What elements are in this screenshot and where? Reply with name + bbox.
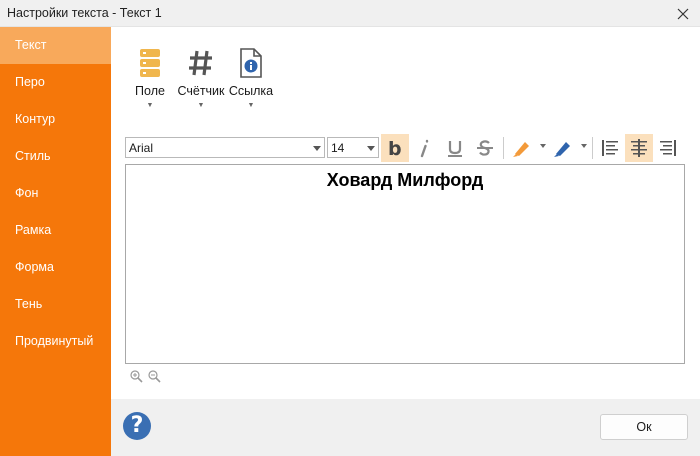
window-title: Настройки текста - Текст 1 [7, 6, 162, 20]
align-left-icon [602, 140, 618, 156]
sidebar-item-shape[interactable]: Форма [0, 249, 111, 286]
hash-icon [189, 50, 212, 76]
strikethrough-icon [477, 140, 493, 156]
chevron-down-icon[interactable] [581, 144, 587, 148]
chevron-down-icon: ▼ [197, 102, 205, 109]
zoom-out-button[interactable] [147, 369, 161, 383]
database-field-icon [140, 49, 160, 77]
text-color-button[interactable] [549, 134, 577, 162]
align-center-icon [631, 139, 647, 157]
highlighter-icon [513, 142, 529, 157]
chevron-down-icon[interactable] [540, 144, 546, 148]
sidebar: Текст Перо Контур Стиль Фон Рамка Форма … [0, 27, 111, 456]
close-icon [677, 8, 689, 19]
sidebar-item-advanced[interactable]: Продвинутый [0, 323, 111, 360]
pen-color-icon [554, 142, 570, 157]
align-right-button[interactable] [654, 134, 682, 162]
help-button[interactable]: ? [123, 412, 151, 440]
font-family-value: Arial [129, 141, 154, 155]
chevron-down-icon: ▼ [247, 102, 255, 109]
sidebar-item-frame[interactable]: Рамка [0, 212, 111, 249]
editor-content: Ховард Милфорд [326, 170, 484, 190]
underline-button[interactable] [441, 134, 469, 162]
insert-link-label: Ссылка [228, 84, 274, 98]
align-left-button[interactable] [596, 134, 624, 162]
text-editor[interactable]: Ховард Милфорд [125, 164, 685, 364]
dialog-footer: ? Ок [111, 399, 700, 456]
sidebar-item-text[interactable]: Текст [0, 27, 111, 64]
bold-button[interactable]: b [381, 134, 409, 162]
ok-button[interactable]: Ок [600, 414, 688, 440]
sidebar-item-shadow[interactable]: Тень [0, 286, 111, 323]
document-info-icon [240, 48, 262, 78]
italic-button[interactable] [411, 134, 439, 162]
sidebar-item-outline[interactable]: Контур [0, 101, 111, 138]
zoom-out-icon [148, 370, 161, 383]
align-center-button[interactable] [625, 134, 653, 162]
sidebar-item-pen[interactable]: Перо [0, 64, 111, 101]
font-size-value: 14 [331, 141, 345, 155]
chevron-down-icon [367, 146, 375, 151]
align-right-icon [660, 140, 676, 156]
title-bar: Настройки текста - Текст 1 [0, 0, 700, 27]
toolbar-divider [503, 137, 504, 159]
bold-icon: b [388, 138, 402, 158]
italic-icon [420, 139, 429, 158]
highlight-color-button[interactable] [508, 134, 536, 162]
strikethrough-button[interactable] [471, 134, 499, 162]
zoom-in-button[interactable] [129, 369, 143, 383]
chevron-down-icon: ▼ [146, 102, 154, 109]
svg-text:b: b [388, 138, 402, 158]
underline-icon [448, 141, 462, 157]
main-panel: Поле ▼ Счётчик ▼ Ссылка ▼ Arial 14 b Хов… [111, 27, 700, 456]
font-size-select[interactable]: 14 [327, 137, 379, 158]
font-family-select[interactable]: Arial [125, 137, 325, 158]
insert-counter-button[interactable]: Счётчик ▼ [177, 45, 225, 120]
insert-field-button[interactable]: Поле ▼ [127, 45, 173, 120]
sidebar-item-background[interactable]: Фон [0, 175, 111, 212]
zoom-in-icon [130, 370, 143, 383]
close-button[interactable] [666, 0, 700, 27]
chevron-down-icon [313, 146, 321, 151]
toolbar-divider [592, 137, 593, 159]
insert-link-button[interactable]: Ссылка ▼ [228, 45, 274, 120]
sidebar-item-style[interactable]: Стиль [0, 138, 111, 175]
